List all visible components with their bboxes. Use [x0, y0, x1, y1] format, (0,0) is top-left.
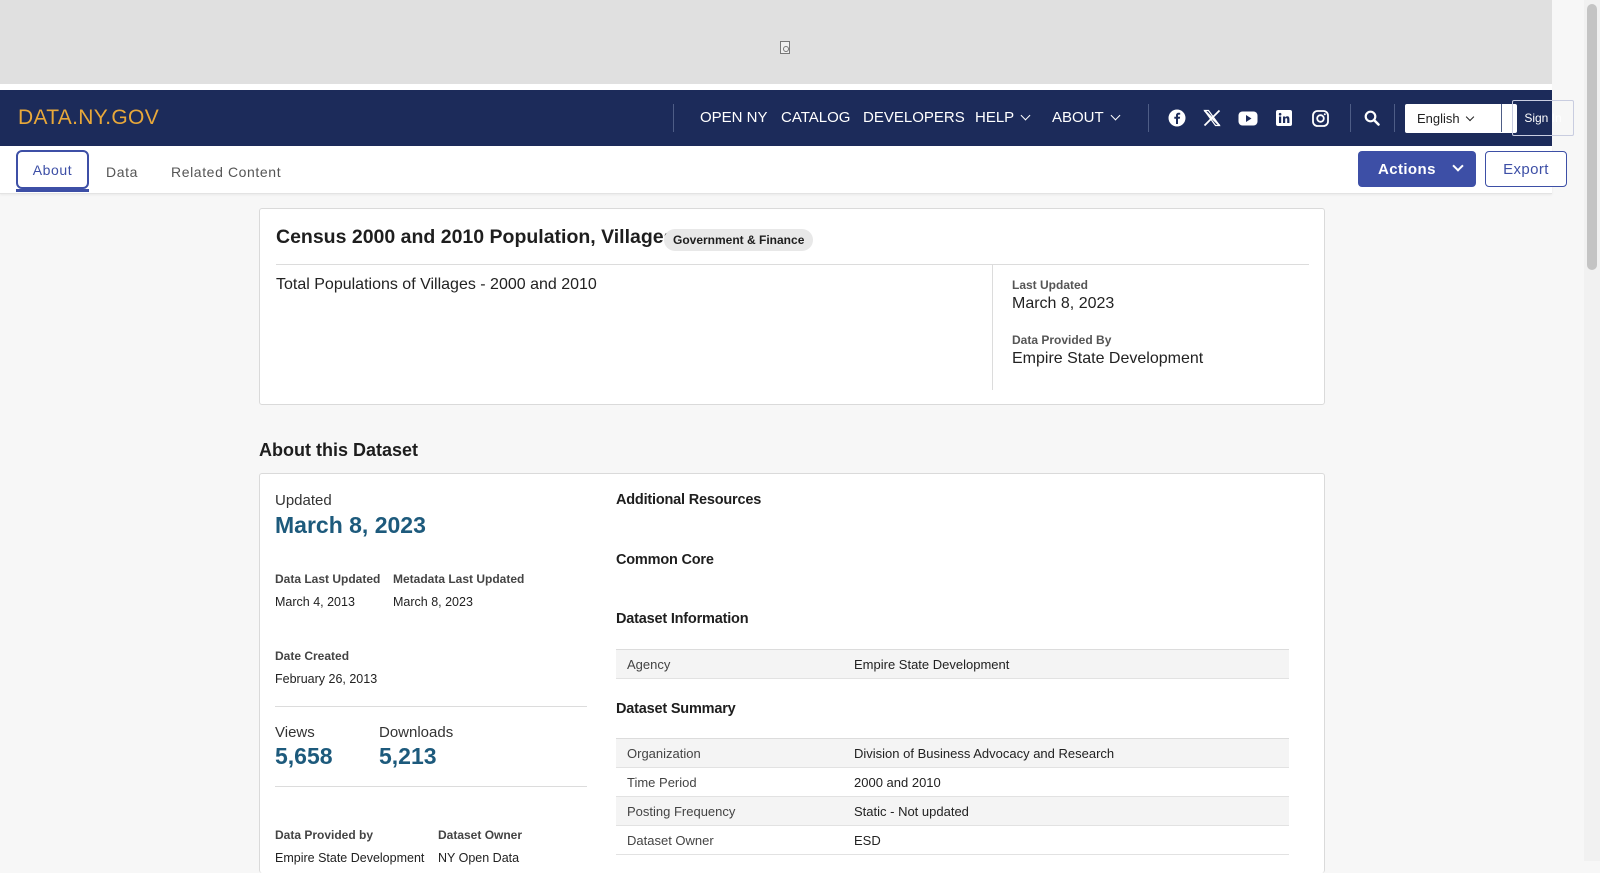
search-icon[interactable] — [1361, 107, 1383, 129]
category-badge[interactable]: Government & Finance — [664, 229, 814, 251]
table-key: Time Period — [627, 775, 697, 790]
tab-about[interactable]: About — [16, 150, 89, 189]
downloads-value: 5,213 — [379, 743, 437, 769]
nav-about-label: ABOUT — [1052, 109, 1104, 126]
table-value: Static - Not updated — [854, 804, 969, 819]
site-logo[interactable]: DATA.NY.GOV — [18, 106, 159, 130]
actions-button[interactable]: Actions — [1358, 151, 1476, 187]
tab-data[interactable]: Data — [106, 164, 138, 180]
dataset-owner-value: NY Open Data — [438, 851, 520, 865]
facebook-icon[interactable] — [1166, 107, 1188, 129]
data-last-updated-value: March 4, 2013 — [275, 595, 355, 609]
table-row: Agency Empire State Development — [616, 650, 1289, 679]
dataset-title: Census 2000 and 2010 Population, Village… — [276, 226, 675, 248]
table-key: Dataset Owner — [627, 833, 714, 848]
updated-label: Updated — [275, 492, 332, 509]
top-banner — [0, 0, 1552, 84]
nav-divider — [673, 104, 674, 132]
about-heading: About this Dataset — [259, 440, 419, 460]
broken-image-icon — [780, 41, 790, 54]
last-updated-value: March 8, 2023 — [1012, 295, 1115, 312]
provided-by-label: Data Provided By — [1012, 333, 1112, 347]
export-button[interactable]: Export — [1485, 151, 1567, 187]
scrollbar-thumb[interactable] — [1587, 4, 1597, 270]
data-provided-by-value: Empire State Development — [275, 851, 425, 865]
nav-about[interactable]: ABOUT — [1052, 109, 1121, 126]
nav-divider — [1148, 104, 1149, 132]
sign-in-button[interactable]: Sign In — [1512, 100, 1574, 136]
table-key: Agency — [627, 657, 671, 672]
table-value: 2000 and 2010 — [854, 775, 941, 790]
nav-divider — [1394, 104, 1395, 132]
nav-divider — [1501, 104, 1502, 132]
downloads-label: Downloads — [379, 724, 454, 741]
dataset-summary-heading: Dataset Summary — [616, 701, 736, 717]
data-provided-by-label: Data Provided by — [275, 828, 374, 842]
dataset-subnav: About Data Related Content Actions Expor… — [0, 146, 1567, 194]
dataset-header-card: Census 2000 and 2010 Population, Village… — [259, 208, 1325, 405]
additional-resources-heading: Additional Resources — [616, 492, 762, 508]
date-created-label: Date Created — [275, 649, 350, 663]
instagram-icon[interactable] — [1309, 107, 1331, 129]
chevron-down-icon — [1020, 110, 1031, 121]
active-tab-indicator — [16, 189, 89, 192]
column-divider — [992, 265, 993, 390]
language-label: English — [1417, 111, 1460, 126]
tab-related-content[interactable]: Related Content — [171, 164, 281, 180]
chevron-down-icon — [1452, 160, 1464, 172]
actions-label: Actions — [1378, 160, 1436, 178]
table-value: Empire State Development — [854, 657, 1010, 672]
last-updated-label: Last Updated — [1012, 278, 1089, 292]
updated-value: March 8, 2023 — [275, 512, 426, 538]
about-dataset-card: Updated March 8, 2023 Data Last Updated … — [259, 473, 1325, 873]
chevron-down-icon — [1110, 110, 1121, 121]
nav-divider — [1350, 104, 1351, 132]
table-value: Division of Business Advocacy and Resear… — [854, 746, 1115, 761]
x-icon[interactable] — [1201, 107, 1223, 129]
provided-by-value: Empire State Development — [1012, 350, 1204, 367]
views-label: Views — [275, 724, 315, 741]
nav-catalog[interactable]: CATALOG — [781, 109, 850, 126]
date-created-value: February 26, 2013 — [275, 672, 378, 686]
table-row: Posting Frequency Static - Not updated — [616, 797, 1289, 826]
dataset-owner-label: Dataset Owner — [438, 828, 523, 842]
views-value: 5,658 — [275, 743, 333, 769]
stats-divider-bottom — [275, 786, 587, 787]
table-row: Dataset Owner ESD — [616, 826, 1289, 855]
youtube-icon[interactable] — [1237, 107, 1259, 129]
dataset-summary-table: Organization Division of Business Advoca… — [616, 738, 1289, 855]
table-row: Organization Division of Business Advoca… — [616, 739, 1289, 768]
stats-divider-top — [275, 706, 587, 707]
common-core-heading: Common Core — [616, 552, 714, 568]
table-key: Posting Frequency — [627, 804, 736, 819]
data-last-updated-label: Data Last Updated — [275, 572, 381, 586]
dataset-information-heading: Dataset Information — [616, 611, 749, 627]
title-divider — [276, 264, 1309, 265]
nav-developers[interactable]: DEVELOPERS — [863, 109, 965, 126]
nav-open-ny[interactable]: OPEN NY — [700, 109, 768, 126]
nav-help[interactable]: HELP — [975, 109, 1031, 126]
chevron-down-icon — [1465, 112, 1474, 122]
metadata-last-updated-label: Metadata Last Updated — [393, 572, 525, 586]
dataset-information-table: Agency Empire State Development — [616, 649, 1289, 679]
metadata-last-updated-value: March 8, 2023 — [393, 595, 473, 609]
linkedin-icon[interactable] — [1273, 107, 1295, 129]
top-navigation: DATA.NY.GOV OPEN NY CATALOG DEVELOPERS H… — [0, 90, 1574, 146]
table-key: Organization — [627, 746, 701, 761]
page-scrollbar[interactable] — [1584, 0, 1600, 861]
dataset-description: Total Populations of Villages - 2000 and… — [276, 276, 597, 293]
table-value: ESD — [854, 833, 881, 848]
table-row: Time Period 2000 and 2010 — [616, 768, 1289, 797]
nav-help-label: HELP — [975, 109, 1015, 126]
